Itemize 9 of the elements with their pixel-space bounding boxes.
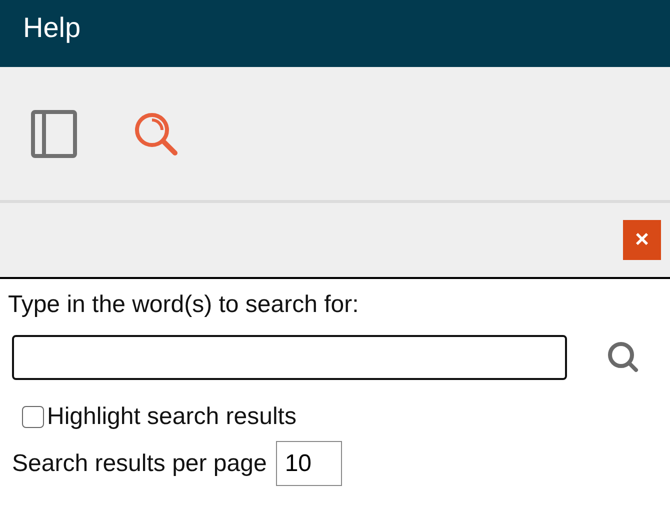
search-prompt: Type in the word(s) to search for:: [7, 290, 360, 319]
window-title: Help: [23, 11, 82, 45]
per-page-field[interactable]: 10: [276, 441, 342, 486]
book-icon[interactable]: [28, 108, 80, 160]
close-button[interactable]: ×: [623, 220, 661, 260]
search-field[interactable]: [12, 334, 567, 380]
highlight-checkbox[interactable]: [22, 406, 44, 428]
highlight-label: Highlight search results: [47, 403, 296, 431]
per-page-label: Search results per page: [12, 450, 267, 478]
